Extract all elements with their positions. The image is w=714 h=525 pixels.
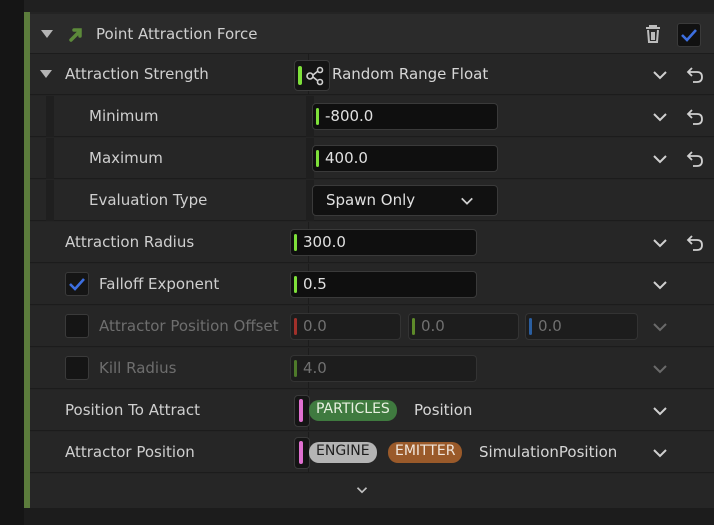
falloff-exponent-label: Falloff Exponent	[99, 275, 220, 293]
force-module-icon	[69, 28, 82, 42]
engine-namespace-pill: ENGINE	[309, 442, 377, 463]
maximum-value: 400.0	[325, 149, 368, 167]
minimum-row: Minimum -800.0	[30, 96, 714, 137]
offset-z-input[interactable]: 0.0	[525, 313, 638, 340]
offset-y-input[interactable]: 0.0	[408, 313, 519, 340]
attraction-strength-mode: Random Range Float	[332, 65, 489, 83]
y-axis-indicator	[412, 318, 415, 335]
position-to-attract-label: Position To Attract	[65, 401, 200, 419]
indent-guide	[46, 138, 54, 179]
x-axis-indicator	[294, 318, 297, 335]
evaluation-type-dropdown[interactable]: Spawn Only	[312, 185, 498, 216]
attractor-position-attribute: SimulationPosition	[479, 443, 618, 461]
collapse-triangle-icon[interactable]	[41, 30, 53, 38]
checkmark-icon	[681, 29, 697, 42]
panel-top-edge	[24, 0, 714, 12]
panel-bottom-edge	[24, 508, 714, 525]
offset-y-value: 0.0	[421, 317, 445, 335]
chevron-down-icon[interactable]	[652, 319, 668, 335]
chevron-down-icon[interactable]	[652, 67, 668, 83]
module-header[interactable]: Point Attraction Force	[30, 14, 714, 54]
dynamic-input-button[interactable]	[294, 60, 330, 91]
reset-to-default-icon[interactable]	[686, 235, 704, 251]
checkmark-icon	[69, 278, 85, 291]
attraction-radius-value: 300.0	[303, 233, 346, 251]
kill-radius-input[interactable]: 4.0	[290, 355, 477, 382]
chevron-down-icon[interactable]	[652, 403, 668, 419]
attractor-position-row: Attractor Position ENGINE EMITTER Simula…	[30, 432, 714, 473]
evaluation-type-value: Spawn Only	[326, 191, 416, 209]
evaluation-type-label: Evaluation Type	[89, 191, 208, 209]
emitter-namespace-pill: EMITTER	[388, 442, 463, 463]
chevron-down-icon[interactable]	[652, 445, 668, 461]
indent-guide	[46, 180, 54, 221]
expand-advanced-chevron-icon[interactable]	[356, 484, 368, 496]
viewport-left-edge	[0, 0, 24, 525]
reset-to-default-icon[interactable]	[686, 151, 704, 167]
falloff-exponent-checkbox[interactable]	[65, 272, 89, 296]
float-pin-indicator	[294, 360, 297, 377]
indent-guide	[46, 96, 54, 137]
kill-radius-value: 4.0	[303, 359, 327, 377]
minimum-label: Minimum	[89, 107, 159, 125]
struct-pin-indicator	[299, 399, 303, 422]
attraction-radius-input[interactable]: 300.0	[290, 229, 477, 256]
maximum-label: Maximum	[89, 149, 163, 167]
module-enabled-checkbox[interactable]	[677, 23, 701, 47]
float-pin-indicator	[316, 150, 319, 167]
chevron-down-icon[interactable]	[652, 109, 668, 125]
kill-radius-row: Kill Radius 4.0	[30, 348, 714, 389]
dynamic-input-icon	[306, 66, 324, 86]
z-axis-indicator	[529, 318, 532, 335]
linked-input-button[interactable]	[294, 395, 310, 427]
minimum-input[interactable]: -800.0	[312, 103, 498, 130]
evaluation-type-row: Evaluation Type Spawn Only	[30, 180, 714, 221]
attractor-position-offset-checkbox[interactable]	[65, 314, 89, 338]
attraction-strength-label: Attraction Strength	[65, 65, 209, 83]
expand-triangle-icon[interactable]	[40, 70, 52, 78]
attractor-position-offset-label: Attractor Position Offset	[99, 317, 279, 335]
offset-x-value: 0.0	[303, 317, 327, 335]
module-title: Point Attraction Force	[96, 25, 258, 43]
chevron-down-icon[interactable]	[652, 151, 668, 167]
float-pin-indicator	[316, 108, 319, 125]
float-pin-indicator	[294, 276, 297, 293]
linked-input-button[interactable]	[294, 437, 310, 469]
maximum-row: Maximum 400.0	[30, 138, 714, 179]
chevron-down-icon[interactable]	[652, 361, 668, 377]
attractor-position-offset-row: Attractor Position Offset 0.0 0.0 0.0	[30, 306, 714, 347]
reset-to-default-icon[interactable]	[686, 67, 704, 83]
chevron-down-icon	[461, 197, 473, 205]
offset-x-input[interactable]: 0.0	[290, 313, 401, 340]
kill-radius-label: Kill Radius	[99, 359, 177, 377]
offset-z-value: 0.0	[538, 317, 562, 335]
reset-to-default-icon[interactable]	[686, 109, 704, 125]
falloff-exponent-input[interactable]: 0.5	[290, 271, 477, 298]
minimum-value: -800.0	[325, 107, 374, 125]
float-pin-indicator	[298, 66, 302, 85]
chevron-down-icon[interactable]	[652, 277, 668, 293]
chevron-down-icon[interactable]	[652, 235, 668, 251]
attraction-radius-row: Attraction Radius 300.0	[30, 222, 714, 263]
show-advanced-row[interactable]	[30, 474, 714, 508]
attraction-strength-row: Attraction Strength Random Range Float	[30, 54, 714, 95]
attractor-position-label: Attractor Position	[65, 443, 195, 461]
particles-namespace-pill: PARTICLES	[309, 400, 397, 421]
falloff-exponent-value: 0.5	[303, 275, 327, 293]
trash-icon[interactable]	[642, 23, 664, 45]
falloff-exponent-row: Falloff Exponent 0.5	[30, 264, 714, 305]
attraction-radius-label: Attraction Radius	[65, 233, 195, 251]
kill-radius-checkbox[interactable]	[65, 356, 89, 380]
struct-pin-indicator	[299, 441, 303, 464]
position-to-attract-attribute: Position	[414, 401, 473, 419]
position-to-attract-row: Position To Attract PARTICLES Position	[30, 390, 714, 431]
maximum-input[interactable]: 400.0	[312, 145, 498, 172]
float-pin-indicator	[294, 234, 297, 251]
